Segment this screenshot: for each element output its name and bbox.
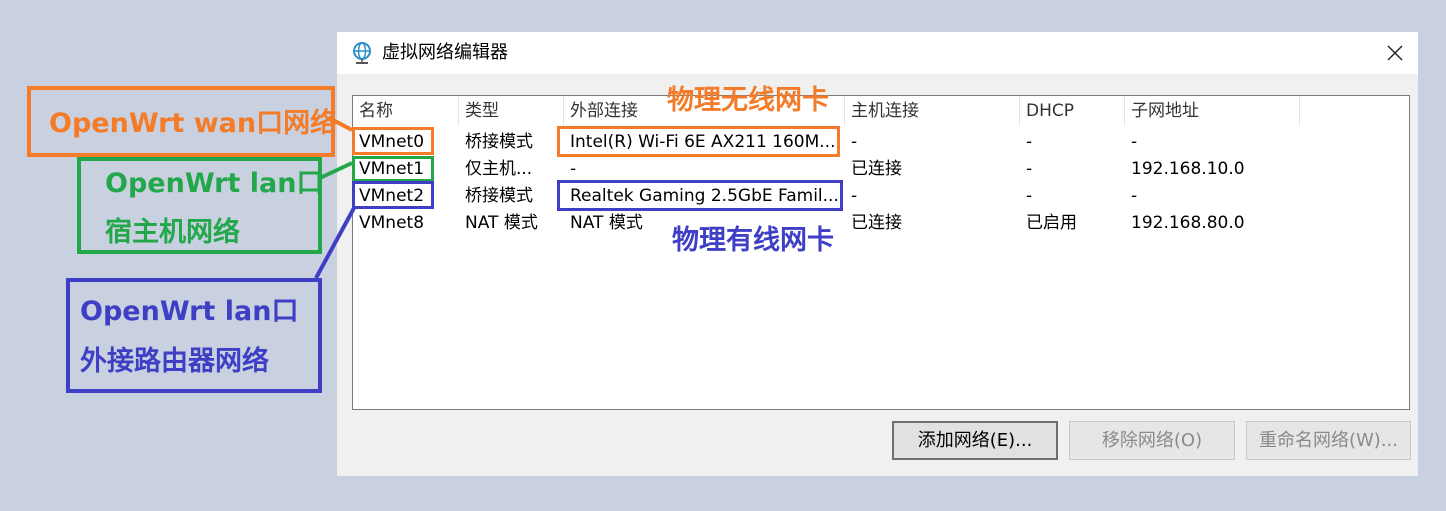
column-header-dhcp[interactable]: DHCP [1020,96,1125,126]
table-row-vmnet1-subnet[interactable]: 192.168.10.0 [1125,156,1300,183]
column-header-subnet-address[interactable]: 子网地址 [1125,96,1300,126]
globe-network-icon [350,41,374,65]
add-network-button[interactable]: 添加网络(E)... [892,421,1058,460]
title-bar: 虚拟网络编辑器 [337,32,1418,74]
table-row-vmnet1-type[interactable]: 仅主机... [459,156,564,183]
virtual-network-editor-dialog: 虚拟网络编辑器 名称 类型 外部连接 主机连接 DHCP 子网地址 VMnet0… [337,32,1418,476]
vmnet0-highlight-box [352,127,434,155]
table-row-vmnet2-subnet[interactable]: - [1125,183,1300,210]
remove-network-button[interactable]: 移除网络(O) [1069,421,1235,460]
dialog-title: 虚拟网络编辑器 [382,42,508,63]
table-row-vmnet1-host[interactable]: 已连接 [845,156,1020,183]
wired-adapter-label: 物理有线网卡 [672,225,834,256]
lan-host-callout-line1: OpenWrt lan口 [105,168,324,199]
table-row-vmnet8-dhcp[interactable]: 已启用 [1020,210,1125,237]
column-header-type[interactable]: 类型 [459,96,564,126]
wired-adapter-highlight-box [557,180,843,211]
table-row-vmnet2-type[interactable]: 桥接模式 [459,183,564,210]
wireless-adapter-highlight-box [557,126,840,157]
lan-router-callout-line2: 外接路由器网络 [80,346,269,377]
vmnet1-highlight-box [352,156,434,182]
network-list[interactable]: 名称 类型 外部连接 主机连接 DHCP 子网地址 VMnet0 桥接模式 In… [352,95,1410,410]
table-row-vmnet8-name[interactable]: VMnet8 [353,210,459,237]
wan-callout-label: OpenWrt wan口网络 [49,108,338,139]
lan-host-callout-line2: 宿主机网络 [105,217,240,248]
table-row-vmnet1-dhcp[interactable]: - [1020,156,1125,183]
table-row-vmnet1-external[interactable]: - [564,156,845,183]
rename-network-button[interactable]: 重命名网络(W)... [1246,421,1411,460]
lan-router-callout-box: OpenWrt lan口 外接路由器网络 [66,278,322,393]
column-header-host-connection[interactable]: 主机连接 [845,96,1020,126]
lan-host-callout-box: OpenWrt lan口 宿主机网络 [77,157,324,254]
table-row-vmnet0-type[interactable]: 桥接模式 [459,129,564,156]
column-header-name[interactable]: 名称 [353,96,459,126]
table-row-vmnet8-subnet[interactable]: 192.168.80.0 [1125,210,1300,237]
wireless-adapter-label: 物理无线网卡 [667,85,829,116]
lan-router-callout-line1: OpenWrt lan口 [80,296,299,327]
table-row-vmnet8-host[interactable]: 已连接 [845,210,1020,237]
table-row-vmnet8-type[interactable]: NAT 模式 [459,210,564,237]
wan-callout-box: OpenWrt wan口网络 [27,86,338,157]
close-icon [1387,45,1403,61]
vmnet2-highlight-box [352,181,434,209]
table-row-vmnet2-host[interactable]: - [845,183,1020,210]
table-row-vmnet0-dhcp[interactable]: - [1020,129,1125,156]
table-row-vmnet0-host[interactable]: - [845,129,1020,156]
table-row-vmnet0-subnet[interactable]: - [1125,129,1300,156]
table-row-vmnet2-dhcp[interactable]: - [1020,183,1125,210]
close-button[interactable] [1372,32,1418,74]
